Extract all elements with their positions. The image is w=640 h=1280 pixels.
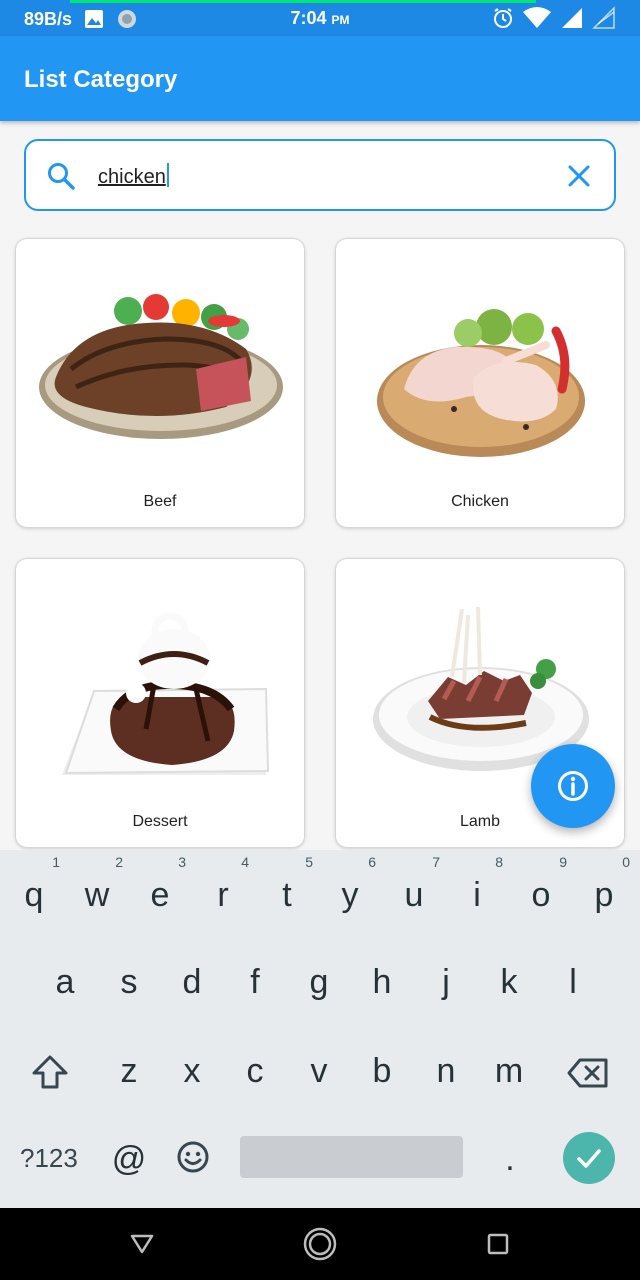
category-card-beef[interactable]: Beef bbox=[15, 238, 305, 528]
back-icon[interactable] bbox=[129, 1232, 155, 1256]
alarm-icon bbox=[494, 8, 512, 28]
close-icon[interactable] bbox=[566, 163, 592, 189]
dessert-image bbox=[62, 612, 270, 775]
wifi-icon bbox=[523, 7, 551, 28]
key-x[interactable]: x bbox=[160, 1052, 224, 1091]
signal-empty-icon bbox=[592, 6, 615, 29]
category-card-dessert[interactable]: Dessert bbox=[15, 558, 305, 848]
shift-key-icon[interactable] bbox=[30, 1054, 70, 1090]
category-label: Chicken bbox=[451, 493, 509, 510]
search-icon bbox=[48, 163, 75, 190]
key-t[interactable]: t5 bbox=[255, 854, 319, 915]
key-e[interactable]: e3 bbox=[128, 854, 192, 915]
key-f[interactable]: f bbox=[223, 963, 287, 1002]
key-m[interactable]: m bbox=[477, 1052, 541, 1091]
key-a[interactable]: a bbox=[33, 963, 97, 1002]
key-s[interactable]: s bbox=[97, 963, 161, 1002]
key-p[interactable]: p0 bbox=[572, 854, 636, 915]
home-icon[interactable] bbox=[302, 1226, 338, 1262]
soft-keyboard: q1 w2 e3 r4 t5 y6 u7 i8 o9 p0 a s d f g … bbox=[0, 850, 640, 1208]
key-g[interactable]: g bbox=[287, 963, 351, 1002]
key-o[interactable]: o9 bbox=[509, 854, 573, 915]
key-k[interactable]: k bbox=[477, 963, 541, 1002]
done-button[interactable] bbox=[563, 1132, 615, 1184]
app-bar: List Category bbox=[0, 36, 640, 121]
key-r[interactable]: r4 bbox=[191, 854, 255, 915]
key-d[interactable]: d bbox=[160, 963, 224, 1002]
key-q[interactable]: q1 bbox=[2, 854, 66, 915]
key-at[interactable]: @ bbox=[97, 1140, 161, 1179]
key-v[interactable]: v bbox=[287, 1052, 351, 1091]
backspace-key-icon[interactable] bbox=[566, 1056, 610, 1090]
key-u[interactable]: u7 bbox=[382, 854, 446, 915]
emoji-key-icon[interactable] bbox=[176, 1140, 210, 1174]
beef-image bbox=[39, 294, 283, 439]
search-input-value: chicken bbox=[98, 163, 169, 189]
key-j[interactable]: j bbox=[414, 963, 478, 1002]
key-l[interactable]: l bbox=[541, 963, 605, 1002]
symbols-key[interactable]: ?123 bbox=[20, 1143, 78, 1174]
search-input[interactable]: chicken bbox=[24, 139, 616, 211]
key-i[interactable]: i8 bbox=[445, 854, 509, 915]
info-fab-button[interactable] bbox=[531, 744, 615, 828]
key-b[interactable]: b bbox=[350, 1052, 414, 1091]
signal-icon bbox=[562, 8, 582, 28]
chicken-image bbox=[377, 309, 585, 457]
key-w[interactable]: w2 bbox=[65, 854, 129, 915]
info-icon bbox=[558, 771, 588, 801]
page-title: List Category bbox=[24, 66, 178, 93]
key-y[interactable]: y6 bbox=[318, 854, 382, 915]
category-label: Beef bbox=[143, 493, 177, 510]
system-nav-bar bbox=[0, 1208, 640, 1280]
key-h[interactable]: h bbox=[350, 963, 414, 1002]
category-card-chicken[interactable]: Chicken bbox=[335, 238, 625, 528]
recents-icon[interactable] bbox=[486, 1232, 510, 1256]
check-icon bbox=[577, 1149, 601, 1168]
key-n[interactable]: n bbox=[414, 1052, 478, 1091]
spacebar[interactable] bbox=[240, 1136, 463, 1178]
status-progress-bar bbox=[70, 0, 536, 3]
key-c[interactable]: c bbox=[223, 1052, 287, 1091]
key-z[interactable]: z bbox=[97, 1052, 161, 1091]
status-bar: 89B/s 7:04 PM bbox=[0, 0, 640, 36]
category-label: Dessert bbox=[132, 813, 188, 830]
key-period[interactable]: . bbox=[478, 1140, 542, 1179]
